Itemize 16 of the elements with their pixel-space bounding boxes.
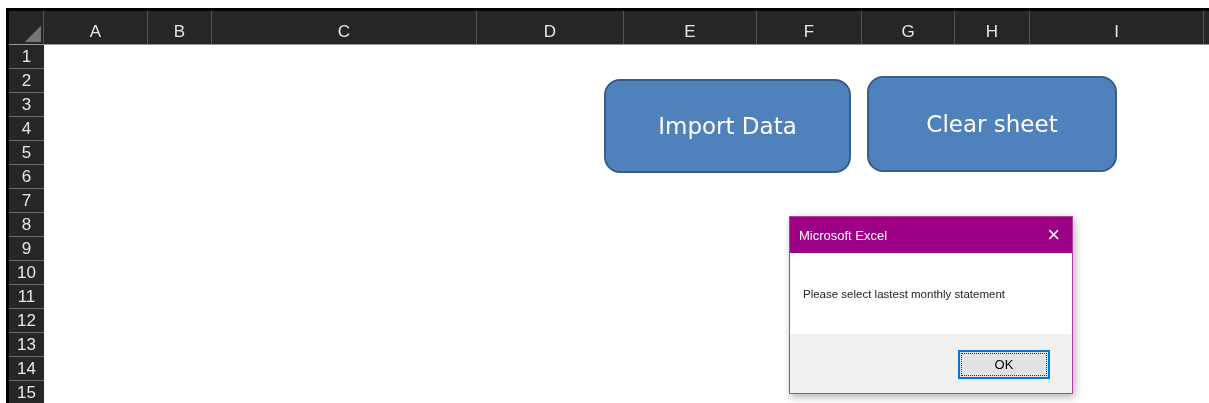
- column-header[interactable]: E: [624, 11, 757, 44]
- column-header[interactable]: C: [212, 11, 477, 44]
- column-header[interactable]: B: [148, 11, 212, 44]
- column-header[interactable]: D: [477, 11, 624, 44]
- column-header[interactable]: I: [1030, 11, 1204, 44]
- column-header[interactable]: F: [757, 11, 862, 44]
- corner-triangle-icon: [23, 24, 41, 42]
- dialog-message: Please select lastest monthly statement: [803, 287, 1005, 300]
- column-header[interactable]: A: [44, 11, 148, 44]
- macro-shape-button[interactable]: Clear sheet: [867, 76, 1117, 172]
- column-header[interactable]: H: [955, 11, 1030, 44]
- macro-shape-button[interactable]: Import Data: [604, 79, 851, 173]
- dialog-title: Microsoft Excel: [799, 227, 888, 243]
- close-button[interactable]: ×: [1047, 224, 1060, 246]
- ok-button[interactable]: OK: [958, 350, 1050, 379]
- column-header[interactable]: G: [862, 11, 955, 44]
